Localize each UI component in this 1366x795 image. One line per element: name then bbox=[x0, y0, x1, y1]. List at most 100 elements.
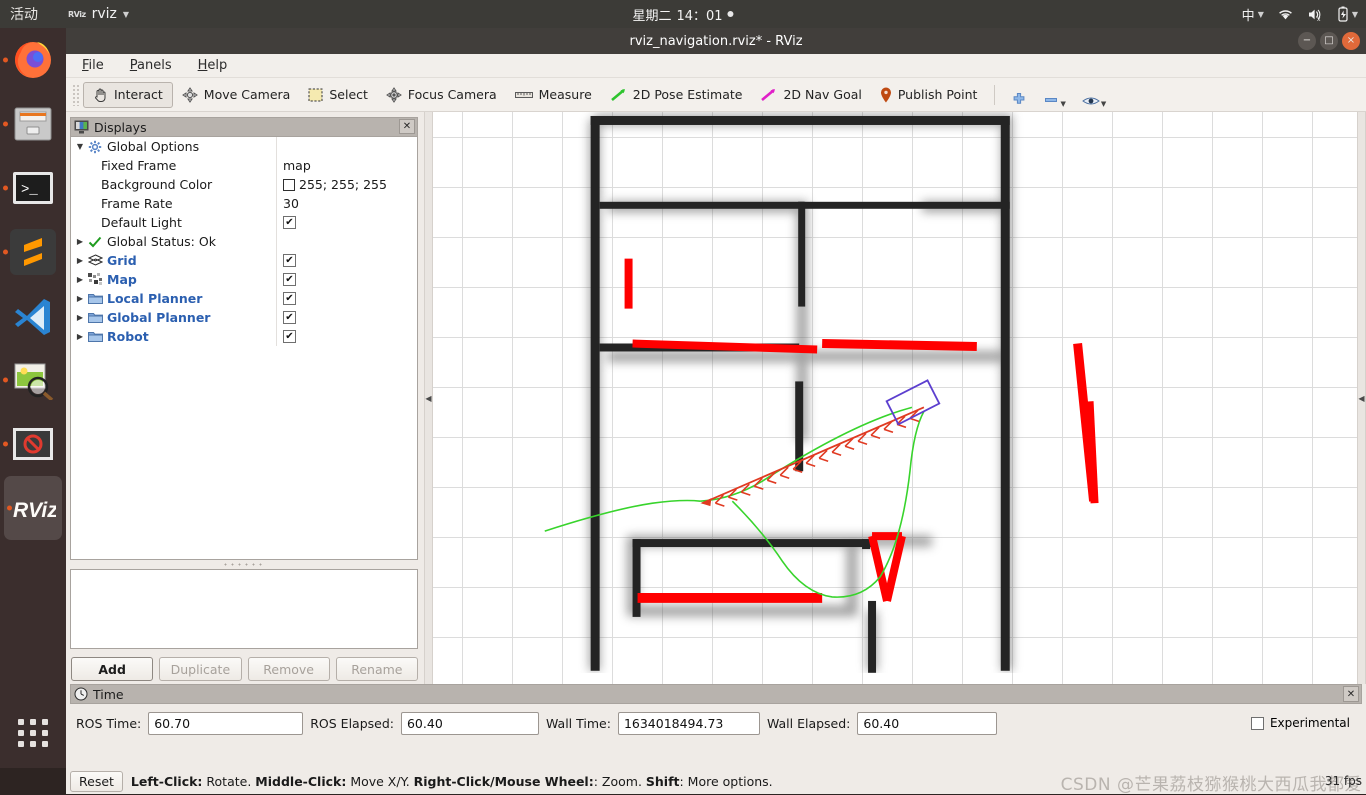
chevron-right-icon[interactable]: ▶ bbox=[73, 256, 87, 265]
dock-item-files[interactable] bbox=[0, 92, 66, 156]
running-indicator bbox=[3, 58, 8, 63]
ros-elapsed-label: ROS Elapsed: bbox=[310, 716, 394, 731]
displays-tree[interactable]: ▼Global OptionsFixed FramemapBackground … bbox=[70, 136, 418, 560]
display-item-label: Background Color bbox=[101, 177, 212, 192]
display-row-global-status-ok[interactable]: ▶Global Status: Ok bbox=[71, 232, 417, 251]
display-row-global-planner[interactable]: ▶Global Planner✔ bbox=[71, 308, 417, 327]
chevron-right-icon[interactable]: ▶ bbox=[73, 313, 87, 322]
dock-item-firefox[interactable] bbox=[0, 28, 66, 92]
running-indicator bbox=[3, 442, 8, 447]
display-row-grid[interactable]: ▶ Grid ✔ bbox=[71, 251, 417, 270]
volume-muted-icon[interactable]: x bbox=[1307, 7, 1324, 22]
window-titlebar[interactable]: rviz_navigation.rviz* - RViz − □ × bbox=[66, 28, 1366, 54]
render-canvas[interactable] bbox=[433, 112, 1357, 684]
experimental-toggle[interactable]: Experimental bbox=[1251, 716, 1356, 730]
display-enabled-checkbox[interactable]: ✔ bbox=[283, 254, 296, 267]
rviz-app-icon: RViz bbox=[68, 10, 86, 19]
menu-bar: File Panels Help bbox=[66, 54, 1366, 78]
display-enabled-checkbox[interactable]: ✔ bbox=[283, 330, 296, 343]
display-enabled-checkbox[interactable]: ✔ bbox=[283, 216, 296, 229]
chevron-right-icon[interactable]: ▶ bbox=[73, 275, 87, 284]
display-row-value-cell[interactable]: ✔ bbox=[277, 273, 417, 286]
display-item-label: Grid bbox=[107, 253, 137, 268]
dock-item-vscode[interactable] bbox=[0, 284, 66, 348]
chevron-down-icon: ▼ bbox=[1101, 100, 1106, 108]
tool-select[interactable]: Select bbox=[299, 82, 377, 108]
tool-2d-pose-estimate[interactable]: 2D Pose Estimate bbox=[601, 82, 752, 108]
clock[interactable]: 星期二 14：01 bbox=[632, 5, 733, 24]
activities-button[interactable]: 活动 bbox=[10, 4, 38, 24]
menu-help[interactable]: Help bbox=[194, 56, 232, 75]
dock-item-image-viewer[interactable] bbox=[0, 348, 66, 412]
panel-splitter[interactable] bbox=[70, 560, 418, 569]
wall-elapsed-input[interactable] bbox=[857, 712, 997, 735]
tool-interact[interactable]: Interact bbox=[83, 82, 173, 108]
tool-move-camera[interactable]: Move Camera bbox=[173, 82, 300, 108]
menu-panels[interactable]: Panels bbox=[126, 56, 176, 75]
reset-button[interactable]: Reset bbox=[70, 771, 123, 792]
dock-item-rviz[interactable]: RViz bbox=[4, 476, 62, 540]
close-button[interactable]: × bbox=[1342, 32, 1360, 50]
toolbar-grip[interactable] bbox=[72, 84, 80, 106]
display-row-default-light[interactable]: Default Light ✔ bbox=[71, 213, 417, 232]
display-row-robot[interactable]: ▶Robot ✔ bbox=[71, 327, 417, 346]
show-applications-button[interactable] bbox=[0, 706, 66, 760]
chevron-down-icon[interactable]: ▼ bbox=[73, 142, 87, 151]
add-button[interactable]: Add bbox=[71, 657, 153, 681]
right-panel-collapse-handle[interactable]: ◀ bbox=[1357, 112, 1366, 684]
display-enabled-checkbox[interactable]: ✔ bbox=[283, 273, 296, 286]
dock-item-sublime-text[interactable] bbox=[0, 220, 66, 284]
display-row-map[interactable]: ▶Map✔ bbox=[71, 270, 417, 289]
ros-elapsed-input[interactable] bbox=[401, 712, 539, 735]
view-tool-button[interactable]: ▼ bbox=[1074, 82, 1114, 108]
color-swatch[interactable] bbox=[283, 179, 295, 191]
app-menu[interactable]: RViz rviz ▼ bbox=[68, 6, 129, 22]
chevron-right-icon[interactable]: ▶ bbox=[73, 332, 87, 341]
battery-icon[interactable]: ▼ bbox=[1337, 6, 1358, 22]
display-row-value-cell[interactable]: ✔ bbox=[277, 292, 417, 305]
minimize-button[interactable]: − bbox=[1298, 32, 1316, 50]
tool-2d-nav-goal[interactable]: 2D Nav Goal bbox=[751, 82, 870, 108]
close-icon[interactable]: ✕ bbox=[1343, 686, 1359, 702]
splitter-grip-icon bbox=[222, 563, 266, 566]
maximize-button[interactable]: □ bbox=[1320, 32, 1338, 50]
wall-time-input[interactable] bbox=[618, 712, 760, 735]
display-row-value-cell[interactable]: ✔ bbox=[277, 311, 417, 324]
tool-measure[interactable]: Measure bbox=[506, 82, 601, 108]
wifi-icon[interactable] bbox=[1277, 7, 1294, 21]
display-row-value-cell[interactable]: ✔ bbox=[277, 330, 417, 343]
display-row-local-planner[interactable]: ▶Local Planner✔ bbox=[71, 289, 417, 308]
display-row-value-cell[interactable]: ✔ bbox=[277, 254, 417, 267]
display-row-fixed-frame[interactable]: Fixed Framemap bbox=[71, 156, 417, 175]
ros-time-input[interactable] bbox=[148, 712, 303, 735]
display-row-frame-rate[interactable]: Frame Rate30 bbox=[71, 194, 417, 213]
remove-tool-button[interactable]: ▼ bbox=[1035, 82, 1073, 108]
focus-camera-icon bbox=[386, 87, 402, 103]
tool-focus-camera[interactable]: Focus Camera bbox=[377, 82, 506, 108]
tool-publish-point[interactable]: Publish Point bbox=[871, 82, 987, 108]
dock-item-blocked-terminal[interactable] bbox=[0, 412, 66, 476]
system-tray[interactable]: 中 ▼ x ▼ bbox=[1242, 5, 1358, 24]
display-row-background-color[interactable]: Background Color 255; 255; 255 bbox=[71, 175, 417, 194]
display-row-label-cell: Frame Rate bbox=[71, 194, 277, 213]
chevron-right-icon[interactable]: ▶ bbox=[73, 294, 87, 303]
display-enabled-checkbox[interactable]: ✔ bbox=[283, 311, 296, 324]
display-item-label: Default Light bbox=[101, 215, 182, 230]
display-row-value-cell[interactable]: map bbox=[277, 158, 417, 173]
close-icon[interactable]: ✕ bbox=[399, 119, 415, 134]
experimental-checkbox[interactable] bbox=[1251, 717, 1264, 730]
tool-2d-nav-goal-label: 2D Nav Goal bbox=[783, 87, 861, 102]
menu-file[interactable]: File bbox=[78, 56, 108, 75]
input-method-indicator[interactable]: 中 ▼ bbox=[1242, 5, 1264, 24]
chevron-right-icon[interactable]: ▶ bbox=[73, 237, 87, 246]
display-row-value-cell[interactable]: 255; 255; 255 bbox=[277, 177, 417, 192]
display-enabled-checkbox[interactable]: ✔ bbox=[283, 292, 296, 305]
display-row-value-cell[interactable]: 30 bbox=[277, 196, 417, 211]
display-row-label-cell: ▶Robot bbox=[71, 327, 277, 346]
left-panel-collapse-handle[interactable]: ◀ bbox=[424, 112, 433, 684]
display-row-value-cell[interactable]: ✔ bbox=[277, 216, 417, 229]
display-row-global-options[interactable]: ▼Global Options bbox=[71, 137, 417, 156]
render-view-3d[interactable] bbox=[433, 112, 1357, 684]
dock-item-terminal[interactable]: >_ bbox=[0, 156, 66, 220]
add-tool-button[interactable] bbox=[1003, 82, 1035, 108]
